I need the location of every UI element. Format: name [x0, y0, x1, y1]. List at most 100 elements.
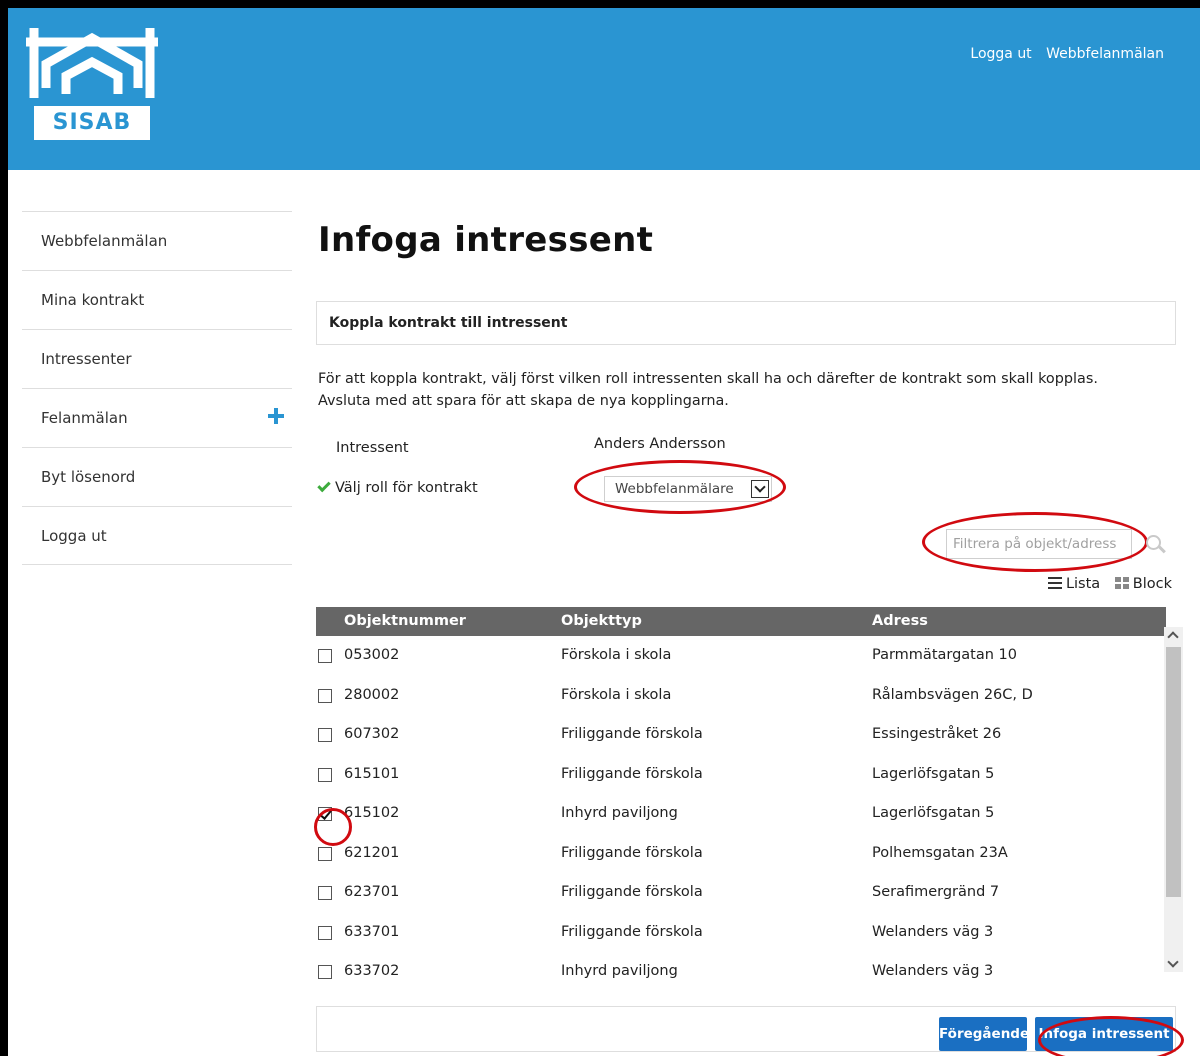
intressent-value: Anders Andersson	[594, 436, 726, 452]
scroll-thumb[interactable]	[1166, 647, 1181, 897]
cell-adress: Welanders väg 3	[872, 963, 994, 979]
cell-objekttyp: Inhyrd paviljong	[561, 805, 678, 821]
cell-objektnummer: 633702	[344, 963, 400, 979]
table-row[interactable]: 615102 Inhyrd paviljong Lagerlöfsgatan 5	[316, 794, 1166, 834]
role-label-row: Välj roll för kontrakt	[317, 478, 478, 496]
table-body: 053002 Förskola i skola Parmmätargatan 10 2…	[316, 636, 1166, 984]
table-row[interactable]: 623701 Friliggande förskola Serafimergränd…	[316, 873, 1166, 913]
table-row[interactable]: 621201 Friliggande förskola Polhemsgatan 2…	[316, 834, 1166, 874]
view-list-label: Lista	[1065, 576, 1101, 592]
cell-objektnummer: 607302	[344, 726, 400, 742]
cell-objektnummer: 615101	[344, 765, 400, 782]
table-row[interactable]: 615101 Friliggande förskola Lagerlöfsgatan…	[316, 755, 1166, 795]
sidebar-item-label: Intressenter	[41, 350, 132, 368]
header-webbfelanmalan-link[interactable]: Webbfelanmälan	[1046, 46, 1164, 62]
footer-actions: Föregående Infoga intressent	[316, 1006, 1176, 1052]
sidebar-item-mina-kontrakt[interactable]: Mina kontrakt	[22, 270, 292, 329]
sidebar-item-label: Webbfelanmälan	[41, 232, 168, 250]
column-header-adress[interactable]: Adress	[872, 607, 928, 636]
plus-icon[interactable]	[268, 408, 284, 424]
contracts-table: Objektnummer Objekttyp Adress 053002 Förs…	[316, 607, 1184, 984]
column-header-objektnummer[interactable]: Objektnummer	[344, 607, 466, 636]
sidebar-item-label: Logga ut	[41, 527, 107, 545]
instructions-text: För att koppla kontrakt, välj först vilk…	[318, 368, 1178, 412]
cell-adress: Essingestråket 26	[872, 726, 1002, 742]
sidebar-item-intressenter[interactable]: Intressenter	[22, 329, 292, 388]
sidebar-item-logga-ut[interactable]: Logga ut	[22, 506, 292, 565]
page-title: Infoga intressent	[318, 220, 654, 260]
header-logout-link[interactable]: Logga ut	[970, 46, 1031, 62]
view-toggle: Lista Block	[1047, 576, 1172, 592]
cell-objekttyp: Friliggande förskola	[561, 765, 703, 782]
sidebar-nav: Webbfelanmälan Mina kontrakt Intressente…	[22, 211, 292, 565]
sidebar-item-byt-losenord[interactable]: Byt lösenord	[22, 447, 292, 506]
cell-objektnummer: 621201	[344, 844, 400, 861]
table-header: Objektnummer Objekttyp Adress	[316, 607, 1166, 636]
sidebar-item-felanmalan[interactable]: Felanmälan	[22, 388, 292, 447]
role-label: Välj roll för kontrakt	[335, 480, 478, 496]
sidebar-item-webbfelanmalan[interactable]: Webbfelanmälan	[22, 211, 292, 270]
row-checkbox[interactable]	[318, 767, 332, 782]
cell-objekttyp: Förskola i skola	[561, 647, 672, 663]
cell-objektnummer: 633701	[344, 923, 400, 940]
cell-objekttyp: Friliggande förskola	[561, 844, 703, 861]
row-checkbox[interactable]	[318, 649, 332, 663]
sidebar-item-label: Felanmälan	[41, 409, 128, 427]
cell-objektnummer: 053002	[344, 647, 400, 663]
view-block-label: Block	[1132, 576, 1172, 592]
cell-objektnummer: 615102	[344, 805, 400, 821]
row-checkbox[interactable]	[318, 886, 332, 900]
cell-adress: Polhemsgatan 23A	[872, 844, 1008, 861]
row-checkbox[interactable]	[318, 728, 332, 742]
cell-objekttyp: Förskola i skola	[561, 686, 672, 703]
table-row[interactable]: 633702 Inhyrd paviljong Welanders väg 3	[316, 952, 1166, 984]
cell-adress: Serafimergränd 7	[872, 884, 1000, 900]
row-checkbox[interactable]	[318, 965, 332, 979]
sisab-logo[interactable]: SISAB	[20, 22, 164, 144]
check-icon	[317, 478, 331, 493]
cell-objektnummer: 280002	[344, 686, 400, 703]
column-header-objekttyp[interactable]: Objekttyp	[561, 607, 642, 636]
cell-adress: Welanders väg 3	[872, 923, 994, 940]
row-checkbox[interactable]	[318, 846, 332, 861]
logo-wordmark: SISAB	[34, 106, 150, 140]
cell-objekttyp: Friliggande förskola	[561, 726, 703, 742]
filter-input[interactable]	[946, 529, 1132, 559]
sidebar-item-label: Mina kontrakt	[41, 291, 145, 309]
role-select[interactable]: Webbfelanmälare	[604, 476, 772, 502]
table-row[interactable]: 607302 Friliggande förskola Essingestråket…	[316, 715, 1166, 755]
list-icon	[1047, 577, 1062, 589]
insert-intressent-button[interactable]: Infoga intressent	[1035, 1017, 1173, 1051]
panel-heading: Koppla kontrakt till intressent	[316, 301, 1176, 345]
scroll-down-icon[interactable]	[1167, 956, 1179, 968]
site-header: SISAB Logga ut Webbfelanmälan	[8, 8, 1200, 170]
sidebar-item-label: Byt lösenord	[41, 468, 136, 486]
table-row[interactable]: 053002 Förskola i skola Parmmätargatan 10	[316, 636, 1166, 676]
app-frame: SISAB Logga ut Webbfelanmälan Webbfelanm…	[8, 8, 1200, 1056]
row-checkbox[interactable]	[318, 925, 332, 940]
view-list-button[interactable]: Lista	[1047, 576, 1101, 592]
view-block-button[interactable]: Block	[1105, 576, 1172, 592]
grid-icon	[1114, 577, 1129, 589]
cell-objekttyp: Friliggande förskola	[561, 923, 703, 940]
scroll-up-icon[interactable]	[1167, 631, 1179, 643]
instructions-line-2: Avsluta med att spara för att skapa de n…	[318, 393, 729, 409]
instructions-line-1: För att koppla kontrakt, välj först vilk…	[318, 371, 1098, 387]
cell-adress: Rålambsvägen 26C, D	[872, 686, 1033, 703]
table-scrollbar[interactable]	[1164, 627, 1183, 972]
role-select-value: Webbfelanmälare	[615, 481, 734, 497]
table-row[interactable]: 633701 Friliggande förskola Welanders väg …	[316, 913, 1166, 953]
cell-objekttyp: Friliggande förskola	[561, 884, 703, 900]
cell-adress: Lagerlöfsgatan 5	[872, 765, 995, 782]
intressent-label: Intressent	[336, 440, 409, 456]
row-checkbox[interactable]	[318, 688, 332, 703]
cell-adress: Parmmätargatan 10	[872, 647, 1018, 663]
cell-adress: Lagerlöfsgatan 5	[872, 805, 995, 821]
search-icon[interactable]	[1146, 535, 1164, 553]
cell-objekttyp: Inhyrd paviljong	[561, 963, 678, 979]
table-row[interactable]: 280002 Förskola i skola Rålambsvägen 26C, …	[316, 676, 1166, 716]
chevron-down-icon[interactable]	[751, 480, 769, 498]
previous-button[interactable]: Föregående	[939, 1017, 1029, 1051]
header-links: Logga ut Webbfelanmälan	[960, 46, 1164, 62]
row-checkbox[interactable]	[318, 807, 332, 821]
